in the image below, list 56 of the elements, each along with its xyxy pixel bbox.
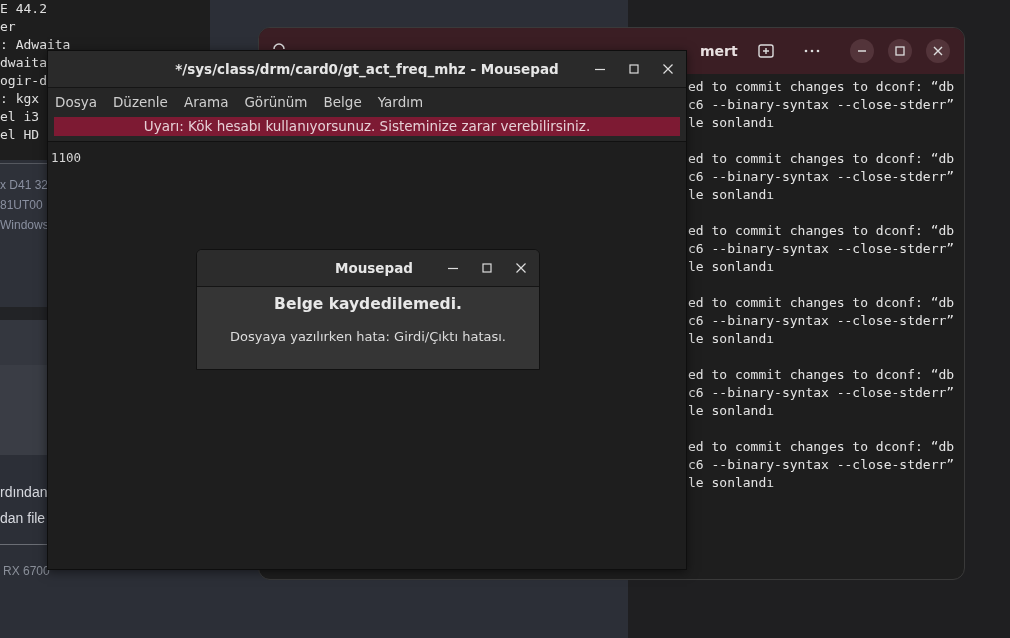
minimize-button[interactable] xyxy=(850,39,874,63)
close-icon xyxy=(933,46,943,56)
menu-item[interactable]: Düzenle xyxy=(112,92,168,113)
close-icon xyxy=(663,64,673,74)
terminal-line: ed to commit changes to dconf: “db xyxy=(688,78,955,96)
terminal-line: ogir-d xyxy=(0,72,47,90)
editor-text: 1100 xyxy=(51,150,82,165)
maximize-icon xyxy=(629,64,639,74)
terminal-line: le sonlandı xyxy=(688,258,775,276)
terminal-line: dwaita xyxy=(0,54,47,72)
terminal-line: E 44.2 xyxy=(0,0,47,18)
dialog-title: Mousepad xyxy=(335,258,413,278)
spec-text: 81UT00 xyxy=(0,197,43,214)
terminal-line: c6 --binary-syntax --close-stderr” xyxy=(688,96,955,114)
body-text: dan file xyxy=(0,509,46,528)
terminal-line: : kgx xyxy=(0,90,40,108)
terminal-line: le sonlandı xyxy=(688,474,775,492)
window-title: */sys/class/drm/card0/gt_act_freq_mhz - Mousepad xyxy=(175,59,559,80)
warning-bar: Uyarı: Kök hesabı kullanıyorsunuz. Sisteminize zarar verebilirsiniz. xyxy=(54,117,680,136)
terminal-line: c6 --binary-syntax --close-stderr” xyxy=(688,312,955,330)
spec-text: x D41 32 xyxy=(0,177,49,194)
terminal-line: c6 --binary-syntax --close-stderr” xyxy=(688,240,955,258)
terminal-line: c6 --binary-syntax --close-stderr” xyxy=(688,384,955,402)
menu-item[interactable]: Yardım xyxy=(377,92,424,113)
terminal-line: ed to commit changes to dconf: “db xyxy=(688,438,955,456)
terminal-line: ed to commit changes to dconf: “db xyxy=(688,294,955,312)
terminal-line: er xyxy=(0,18,16,36)
terminal-line: le sonlandı xyxy=(688,114,775,132)
terminal-line: c6 --binary-syntax --close-stderr” xyxy=(688,456,955,474)
dialog-message: Dosyaya yazılırken hata: Girdi/Çıktı hatası. xyxy=(230,328,506,347)
terminal-line: c6 --binary-syntax --close-stderr” xyxy=(688,168,955,186)
terminal-line: : Adwaita xyxy=(0,36,71,54)
terminal-line: ed to commit changes to dconf: “db xyxy=(688,222,955,240)
menu-item[interactable]: Görünüm xyxy=(244,92,308,113)
menu-item[interactable]: Dosya xyxy=(55,92,97,113)
spec-text: Windows xyxy=(0,217,49,234)
terminal-title: mert xyxy=(700,43,738,59)
new-tab-icon[interactable] xyxy=(758,44,774,58)
close-button[interactable] xyxy=(926,39,950,63)
terminal-line: le sonlandı xyxy=(688,402,775,420)
menu-item[interactable]: Belge xyxy=(323,92,362,113)
more-icon[interactable] xyxy=(804,49,820,53)
terminal-line: le sonlandı xyxy=(688,186,775,204)
terminal-line: le sonlandı xyxy=(688,330,775,348)
search-icon[interactable] xyxy=(273,42,285,50)
maximize-button[interactable] xyxy=(888,39,912,63)
close-icon xyxy=(516,263,526,273)
dialog-heading: Belge kaydedilemedi. xyxy=(274,294,462,315)
terminal-line: el HD xyxy=(0,126,40,144)
maximize-icon xyxy=(482,263,492,273)
maximize-icon xyxy=(895,46,905,56)
menu-item[interactable]: Arama xyxy=(183,92,229,113)
body-text: rdından xyxy=(0,483,48,502)
terminal-line: ed to commit changes to dconf: “db xyxy=(688,366,955,384)
terminal-line: el i3 xyxy=(0,108,40,126)
terminal-line: ed to commit changes to dconf: “db xyxy=(688,150,955,168)
